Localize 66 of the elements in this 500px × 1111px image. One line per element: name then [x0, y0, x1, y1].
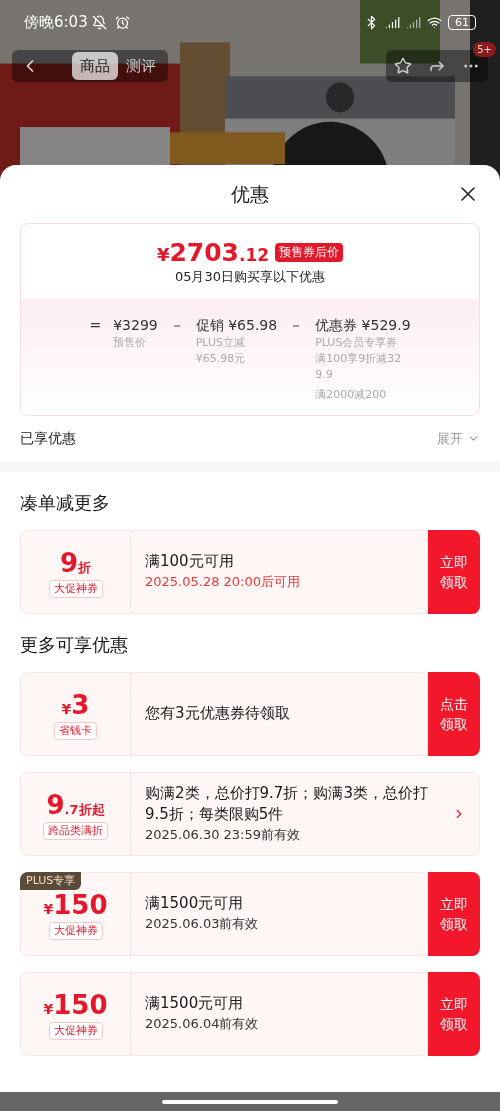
coupon-unit: .7折起: [64, 802, 105, 816]
claim-button[interactable]: 立即领取: [428, 971, 480, 1056]
breakdown-amount: 促销 ¥65.98: [195, 315, 278, 335]
breakdown-note: ¥65.98元: [195, 350, 247, 367]
breakdown-amount: ¥3299: [113, 315, 158, 335]
claim-button[interactable]: 点击领取: [428, 671, 480, 756]
breakdown-note: 满100享9折减329.9: [315, 350, 403, 383]
currency-sign: ¥: [43, 1001, 54, 1016]
currency-sign: ¥: [43, 901, 54, 916]
coupon-value: 3: [71, 691, 90, 718]
coupon-validity: 2025.06.30 23:59前有效: [145, 825, 302, 844]
coupon-type: 省钱卡: [54, 721, 97, 740]
star-icon[interactable]: [394, 57, 412, 75]
coupon-card[interactable]: ¥150 大促神券 满1500元可用 2025.06.04前有效 立即领取: [20, 971, 480, 1056]
coupon-card[interactable]: 9.7折起 跨品类满折 购满2类，总价打9.7折；购满3类，总价打9.5折；每类限购5件 2025.06.30 23:59前有效: [20, 771, 480, 856]
currency-sign: ¥: [61, 701, 72, 716]
coupon-value: 9: [59, 549, 79, 576]
coupon-validity: 2025.05.28 20:00后可用: [145, 573, 302, 591]
coupon-card[interactable]: ¥3 省钱卡 您有3元优惠券待领取 点击领取: [20, 671, 480, 756]
coupon-type: 大促神券: [48, 921, 103, 940]
coupon-type: 大促神券: [48, 1021, 103, 1040]
nav-tab[interactable]: 测评: [118, 52, 164, 80]
breakdown-note: 满2000减200: [315, 386, 388, 403]
coupon-card[interactable]: 9折 大促神券 满100元可用 2025.05.28 20:00后可用 立即领取: [20, 529, 480, 614]
final-price: 2703: [169, 240, 239, 265]
coupon-type: 跨品类满折: [43, 821, 108, 840]
alarm-icon: [114, 14, 130, 30]
price-tag: 预售券后价: [275, 243, 344, 262]
breakdown-note: PLUS会员专享券: [315, 334, 399, 351]
breakdown-note: PLUS立减: [195, 334, 246, 351]
purchase-date-note: 05月30日购买享以下优惠: [174, 268, 326, 286]
operator: －: [289, 315, 304, 335]
sheet-title: 优惠: [231, 181, 269, 207]
price-cents: .12: [239, 247, 270, 264]
section-title: 凑单减更多: [20, 490, 111, 515]
coupon-unit: 折: [78, 560, 92, 574]
battery-level: 61: [448, 14, 476, 30]
bell-off-icon: [91, 14, 107, 30]
wifi-icon: [427, 14, 442, 30]
coupon-value: 150: [53, 991, 108, 1018]
operator: =: [89, 315, 102, 335]
signal-icon: [406, 14, 421, 30]
section-title: 更多可享优惠: [20, 632, 129, 657]
coupon-value: 9: [46, 791, 65, 818]
enjoyed-label: 已享优惠: [20, 429, 76, 448]
coupon-condition: 您有3元优惠券待领取: [145, 703, 291, 724]
currency-sign: ¥: [156, 246, 170, 264]
coupon-value: 150: [53, 891, 108, 918]
operator: －: [169, 315, 184, 335]
nav-tab[interactable]: 商品: [72, 52, 118, 80]
coupon-condition: 满1500元可用: [145, 993, 245, 1014]
coupon-card[interactable]: PLUS专享 ¥150 大促神券 满1500元可用 2025.06.03前有效 立即领取: [20, 871, 480, 956]
breakdown-note: 预售价: [113, 334, 148, 351]
coupon-validity: 2025.06.04前有效: [145, 1015, 260, 1033]
claim-button[interactable]: 立即领取: [428, 871, 480, 956]
coupon-validity: 2025.06.03前有效: [145, 915, 260, 933]
coupon-condition: 满100元可用: [145, 551, 235, 572]
claim-button[interactable]: 立即领取: [428, 529, 480, 614]
coupon-condition: 满1500元可用: [145, 893, 245, 914]
signal-icon: [385, 14, 400, 30]
plus-tag: PLUS专享: [20, 871, 82, 890]
coupon-type: 大促神券: [48, 579, 103, 598]
breakdown-amount: 优惠券 ¥529.9: [315, 315, 411, 335]
home-indicator[interactable]: [162, 1099, 338, 1104]
coupon-condition: 购满2类，总价打9.7折；购满3类，总价打9.5折；每类限购5件: [145, 782, 429, 825]
status-time: 傍晚6:03: [24, 11, 88, 33]
